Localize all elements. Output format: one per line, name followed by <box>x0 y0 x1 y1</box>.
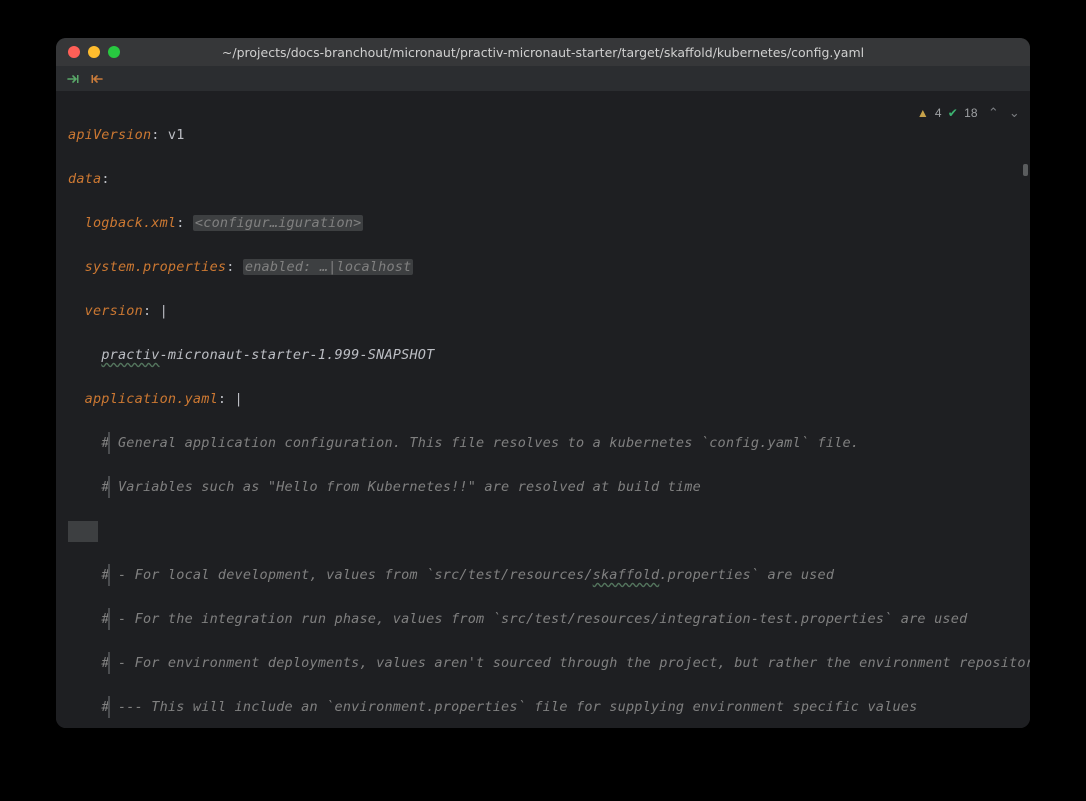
editor-toolbar <box>56 66 1030 92</box>
close-icon[interactable] <box>68 46 80 58</box>
warning-icon: ▲ <box>917 102 929 124</box>
zoom-icon[interactable] <box>108 46 120 58</box>
checkmark-icon: ✔ <box>948 102 958 124</box>
ok-count: 18 <box>964 102 978 124</box>
chevron-up-icon[interactable]: ⌃ <box>988 102 999 124</box>
warning-count: 4 <box>935 102 942 124</box>
editor-window: ~/projects/docs-branchout/micronaut/prac… <box>56 38 1030 728</box>
code-content: apiVersion: v1 data: logback.xml: <confi… <box>68 102 1018 728</box>
titlebar[interactable]: ~/projects/docs-branchout/micronaut/prac… <box>56 38 1030 66</box>
scrollbar-thumb[interactable] <box>1023 164 1028 176</box>
minimize-icon[interactable] <box>88 46 100 58</box>
arrow-left-orange-icon[interactable] <box>90 72 104 86</box>
arrow-right-green-icon[interactable] <box>66 72 80 86</box>
inspection-widget[interactable]: ▲ 4 ✔ 18 ⌃ ⌄ <box>917 102 1020 124</box>
folded-region[interactable]: <configur…iguration> <box>193 215 364 231</box>
window-title: ~/projects/docs-branchout/micronaut/prac… <box>56 45 1030 60</box>
traffic-lights <box>68 46 120 58</box>
folded-region[interactable]: enabled: …|localhost <box>243 259 414 275</box>
chevron-down-icon[interactable]: ⌄ <box>1009 102 1020 124</box>
code-editor[interactable]: ▲ 4 ✔ 18 ⌃ ⌄ apiVersion: v1 data: logbac… <box>56 92 1030 728</box>
